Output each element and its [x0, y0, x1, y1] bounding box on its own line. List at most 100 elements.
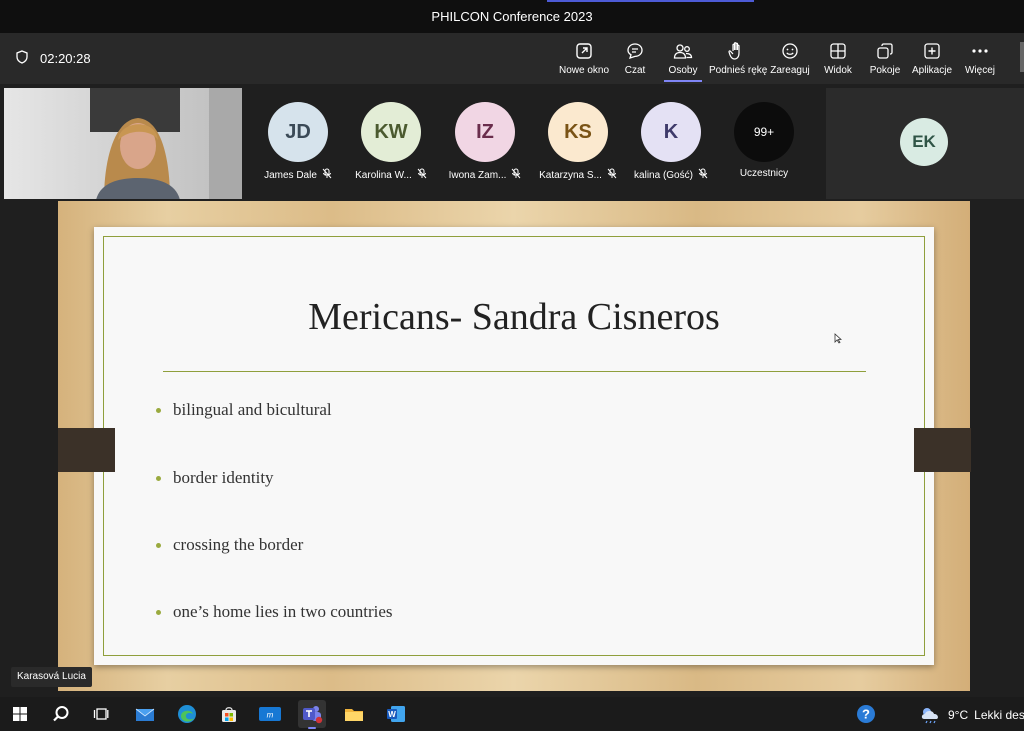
edge-browser-button[interactable]: [173, 700, 201, 728]
mic-off-icon: [322, 168, 332, 182]
chat-icon: [627, 43, 643, 60]
slide-tab-right: [914, 428, 971, 472]
speaker-person: [96, 118, 180, 199]
slide-divider: [163, 371, 866, 372]
participant-name: James Dale: [264, 169, 317, 181]
participant-tile[interactable]: KW Karolina W...: [346, 102, 436, 182]
teams-icon: [303, 706, 323, 724]
bullet-dot-icon: [156, 609, 161, 615]
people-label: Osoby: [668, 65, 698, 76]
windows-icon: [13, 707, 27, 721]
avatar: IZ: [455, 102, 515, 162]
participant-name: Iwona Zam...: [448, 169, 507, 181]
bullet-text: bilingual and bicultural: [173, 400, 332, 419]
participant-name: Katarzyna S...: [539, 169, 602, 181]
bullet-text: one’s home lies in two countries: [173, 602, 393, 621]
search-button[interactable]: [47, 700, 75, 728]
people-icon: [673, 44, 693, 59]
folder-icon: [345, 709, 363, 721]
mail-app-button[interactable]: [131, 700, 159, 728]
more-button[interactable]: Więcej: [952, 40, 1008, 76]
apps-icon: [924, 43, 940, 59]
react-icon: [782, 43, 798, 59]
shield-icon: [16, 50, 28, 67]
rooms-icon: [877, 43, 893, 59]
new-window-button[interactable]: Nowe okno: [556, 40, 612, 76]
presenter-name-tag: Karasová Lucia: [11, 667, 92, 687]
weather-widget[interactable]: 9°C Lekki desz: [920, 706, 1024, 724]
mouse-cursor-icon: [834, 333, 842, 347]
search-icon: [53, 706, 69, 722]
slide-bullet: crossing the border: [156, 535, 303, 555]
slide-bullet: one’s home lies in two countries: [156, 602, 393, 622]
bullet-dot-icon: [156, 475, 161, 481]
slide-bullet: bilingual and bicultural: [156, 400, 332, 420]
file-explorer-button[interactable]: [340, 700, 368, 728]
slide-tab-left: [58, 428, 115, 472]
teams-button[interactable]: [298, 700, 326, 729]
store-icon: [222, 707, 236, 722]
meeting-timer: 02:20:28: [16, 50, 91, 67]
help-button[interactable]: ?: [852, 700, 880, 728]
participant-name: Karolina W...: [355, 169, 412, 181]
title-bar: PHILCON Conference 2023: [0, 0, 1024, 33]
timer-text: 02:20:28: [40, 51, 91, 66]
raise-hand-button[interactable]: Podnieś rękę: [709, 40, 768, 76]
avatar: KW: [361, 102, 421, 162]
participant-tile[interactable]: JD James Dale: [253, 102, 343, 182]
participant-name: kalina (Gość): [634, 169, 693, 181]
bullet-text: crossing the border: [173, 535, 304, 554]
word-button[interactable]: W: [382, 700, 410, 728]
weather-description: Lekki desz: [974, 708, 1024, 722]
mic-off-icon: [417, 168, 427, 182]
participant-tile[interactable]: K kalina (Gość): [626, 102, 716, 182]
rain-cloud-icon: [921, 708, 938, 724]
task-view-button[interactable]: [87, 700, 115, 728]
attendees-tile[interactable]: 99+ Uczestnicy: [719, 102, 809, 179]
presentation-slide: Mericans- Sandra Cisneros bilingual and …: [94, 227, 934, 665]
more-label: Więcej: [964, 65, 995, 76]
active-tab-underline: [664, 80, 702, 82]
store-button[interactable]: [215, 700, 243, 728]
raise-hand-icon: [728, 42, 740, 60]
mail-icon: [135, 708, 155, 721]
meeting-toolbar: 02:20:28 Nowe okno Czat Osoby Podnieś rę…: [0, 33, 1024, 84]
bullet-text: border identity: [173, 468, 274, 487]
pop-out-icon: [576, 43, 592, 59]
new-window-label: Nowe okno: [558, 65, 610, 76]
app-button[interactable]: m: [256, 700, 284, 728]
raise-hand-label: Podnieś rękę: [709, 65, 768, 76]
svg-text:?: ?: [862, 707, 870, 722]
svg-text:W: W: [388, 710, 396, 719]
mic-off-icon: [607, 168, 617, 182]
toolbar-scrollbar[interactable]: [1020, 42, 1024, 72]
participant-tile[interactable]: KS Katarzyna S...: [533, 102, 623, 182]
mic-off-icon: [698, 168, 708, 182]
slide-bullet: border identity: [156, 468, 274, 488]
svg-text:m: m: [267, 711, 274, 720]
avatar: KS: [548, 102, 608, 162]
avatar: EK: [900, 118, 948, 166]
people-button[interactable]: Osoby: [655, 40, 711, 76]
task-view-icon: [93, 708, 109, 720]
door-background: [209, 88, 242, 199]
app-logo-icon: m: [259, 707, 281, 721]
attendees-count: 99+: [734, 102, 794, 162]
speaker-video[interactable]: [4, 88, 242, 199]
start-button[interactable]: [6, 700, 34, 728]
more-icon: [972, 49, 988, 53]
word-icon: W: [387, 706, 405, 722]
avatar: JD: [268, 102, 328, 162]
avatar: K: [641, 102, 701, 162]
shared-screen: Mericans- Sandra Cisneros bilingual and …: [58, 201, 970, 691]
participant-tile[interactable]: IZ Iwona Zam...: [440, 102, 530, 182]
participants-strip: JD James Dale KW Karolina W... IZ Iwona …: [0, 84, 1024, 201]
taskbar: m W ? 9°C Lekki desz: [0, 697, 1024, 731]
edge-icon: [178, 705, 196, 723]
slide-title: Mericans- Sandra Cisneros: [308, 296, 720, 338]
title-accent-bar: [547, 0, 754, 2]
participant-video-tile[interactable]: EK: [826, 88, 1024, 199]
bullet-dot-icon: [156, 407, 161, 413]
help-icon: ?: [857, 705, 875, 723]
attendees-label: Uczestnicy: [739, 168, 789, 179]
